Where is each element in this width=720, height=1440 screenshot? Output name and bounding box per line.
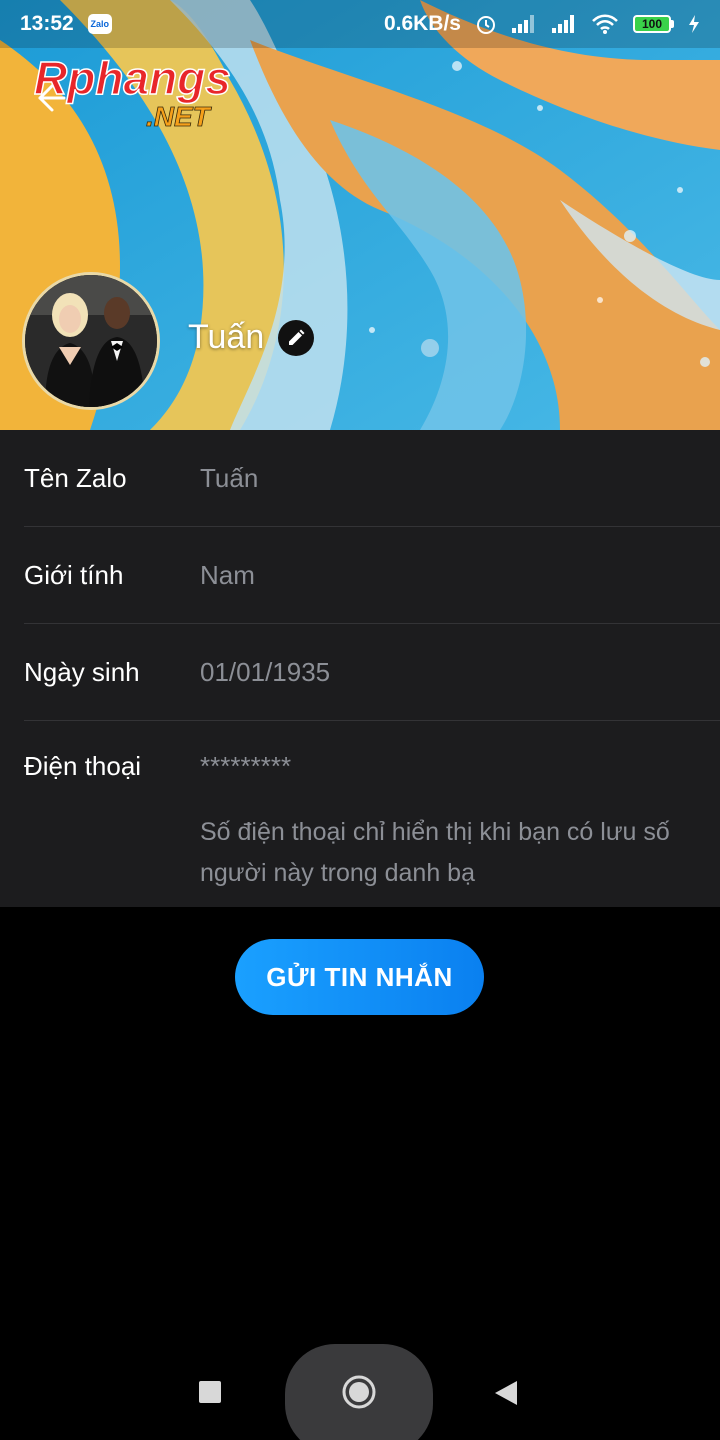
status-right: 0.6KB/s 100: [384, 12, 700, 36]
phone-visibility-note: Số điện thoại chỉ hiển thị khi bạn có lư…: [200, 818, 670, 887]
profile-screen: 13:52 Zalo 0.6KB/s 100 Rphangs .NET Tuấn…: [0, 0, 720, 1440]
info-label: Điện thoại: [24, 751, 142, 781]
zalo-notification-icon: Zalo: [87, 14, 112, 34]
wifi-icon: [592, 14, 618, 34]
recent-apps-icon[interactable]: [199, 1381, 221, 1403]
profile-info-section: Tên Zalo Tuấn Giới tính Nam Ngày sinh 01…: [0, 430, 720, 907]
alarm-icon: [477, 16, 495, 34]
info-value: 01/01/1935: [200, 656, 331, 687]
signal-icon: [512, 15, 534, 33]
cover-photo[interactable]: 13:52 Zalo 0.6KB/s 100 Rphangs .NET Tuấn: [0, 0, 720, 430]
watermark-logo: Rphangs .NET: [33, 51, 254, 132]
battery-level: 100: [633, 15, 671, 33]
network-speed: 0.6KB/s: [383, 12, 461, 35]
edit-name-button[interactable]: [278, 319, 315, 356]
info-value: *********: [200, 751, 292, 781]
charging-icon: [689, 15, 699, 33]
info-row-gender: Giới tính Nam: [24, 527, 720, 624]
system-nav-bar: [0, 1344, 720, 1440]
info-label: Tên Zalo: [24, 462, 127, 493]
status-bar: 13:52 Zalo 0.6KB/s 100: [0, 0, 720, 48]
info-label: Giới tính: [24, 559, 124, 590]
info-row-zalo-name: Tên Zalo Tuấn: [24, 430, 720, 527]
info-label: Ngày sinh: [24, 656, 140, 687]
profile-name: Tuấn: [188, 318, 265, 356]
profile-name-group: Tuấn: [188, 318, 315, 357]
avatar[interactable]: [22, 272, 160, 410]
info-row-phone: Điện thoại ********* Số điện thoại chỉ h…: [24, 721, 720, 894]
back-arrow-icon[interactable]: [30, 80, 66, 116]
battery-icon: 100: [633, 15, 674, 33]
status-left: 13:52 Zalo: [20, 12, 112, 36]
pencil-icon: [289, 329, 305, 345]
send-message-button[interactable]: GỬI TIN NHẮN: [235, 939, 484, 1015]
avatar-image: [25, 275, 157, 407]
back-icon[interactable]: [494, 1380, 518, 1406]
info-row-birthday: Ngày sinh 01/01/1935: [24, 624, 720, 721]
clock: 13:52: [20, 12, 74, 35]
svg-text:.NET: .NET: [146, 101, 213, 132]
home-icon[interactable]: [341, 1374, 377, 1410]
signal-icon: [552, 15, 574, 33]
info-value: Tuấn: [200, 462, 259, 493]
info-value: Nam: [200, 559, 255, 590]
